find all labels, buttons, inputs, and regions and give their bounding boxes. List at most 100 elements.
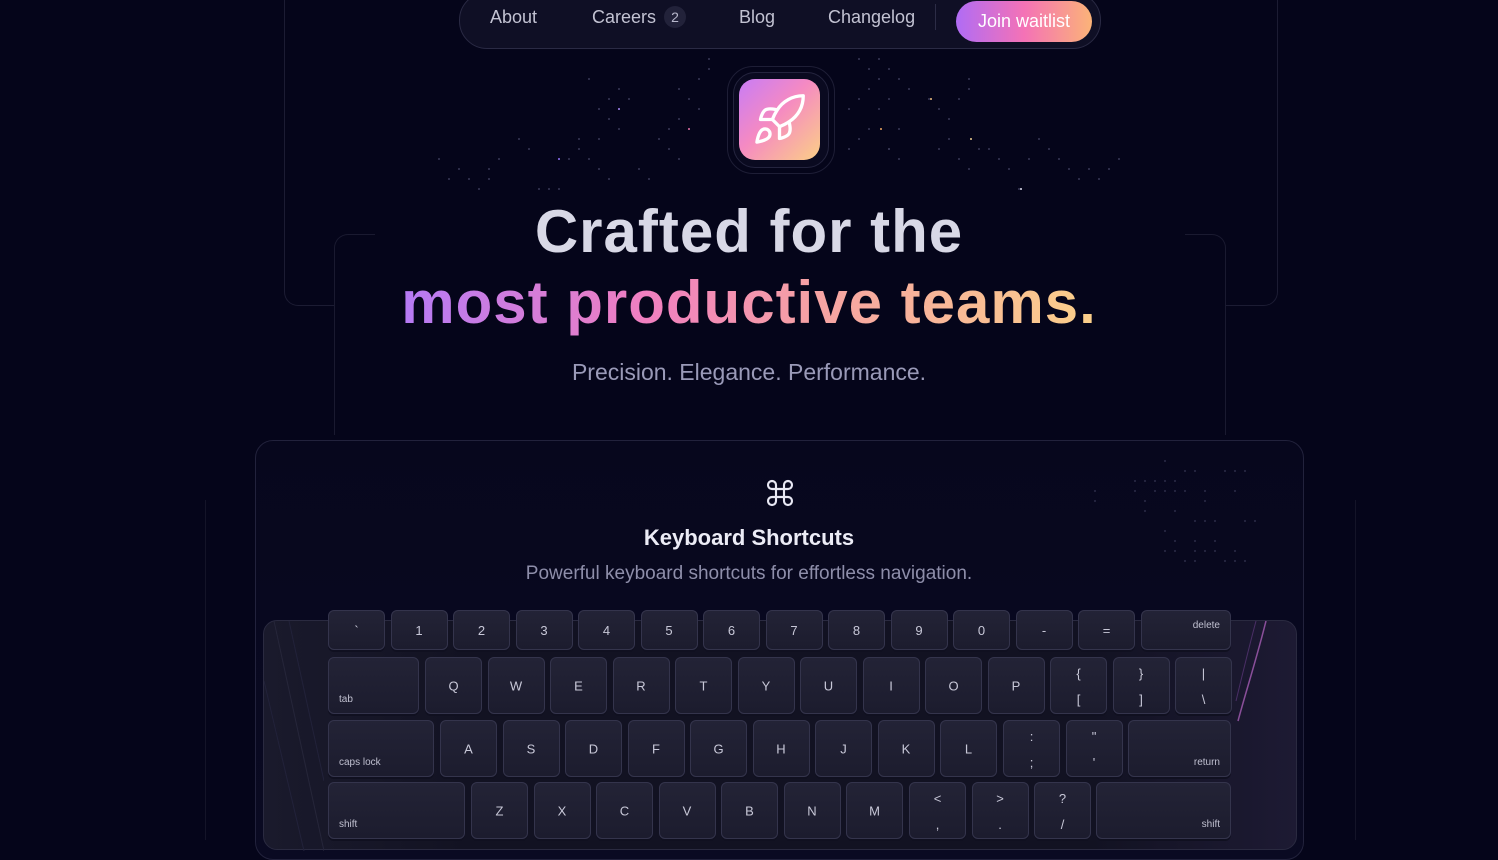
- key-row0-5[interactable]: 5: [640, 610, 698, 650]
- join-waitlist-button[interactable]: Join waitlist: [956, 1, 1092, 42]
- key-row0-3[interactable]: 3: [515, 610, 573, 650]
- hero-tagline: Precision. Elegance. Performance.: [571, 359, 927, 385]
- key-o[interactable]: O: [925, 657, 982, 714]
- decorative-dot: [1234, 470, 1236, 472]
- decorative-dot: [1164, 480, 1166, 482]
- key-l[interactable]: L: [940, 720, 997, 777]
- key-t[interactable]: T: [675, 657, 732, 714]
- key-symbol[interactable]: }]: [1112, 657, 1170, 714]
- key-row0-6[interactable]: 6: [703, 610, 760, 650]
- key-z[interactable]: Z: [471, 782, 528, 839]
- key-symbol[interactable]: {[: [1050, 657, 1107, 714]
- key-label: 2: [477, 623, 486, 638]
- key-e[interactable]: E: [550, 657, 607, 714]
- decorative-dot: [948, 118, 950, 120]
- key-label: 5: [665, 623, 673, 638]
- key-row0-10[interactable]: 0: [953, 610, 1010, 650]
- key-s[interactable]: S: [502, 720, 560, 777]
- decorative-dot: [1194, 470, 1196, 472]
- key-row0-11[interactable]: -: [1015, 610, 1073, 650]
- key-d[interactable]: D: [565, 720, 622, 777]
- decorative-dot: [648, 178, 650, 180]
- decorative-dot: [448, 178, 450, 180]
- key-b[interactable]: B: [721, 782, 778, 839]
- key-label: Y: [761, 678, 771, 693]
- key-row0-0[interactable]: `: [328, 610, 385, 650]
- key-c[interactable]: C: [596, 782, 653, 839]
- command-icon: [766, 479, 794, 507]
- key-symbol[interactable]: >.: [971, 782, 1029, 839]
- nav-about[interactable]: About: [490, 5, 537, 29]
- key-j[interactable]: J: [815, 720, 872, 777]
- key-m[interactable]: M: [846, 782, 903, 839]
- decorative-dot: [1164, 490, 1166, 492]
- key-label: E: [574, 678, 583, 693]
- accent-dot: [618, 108, 620, 110]
- decorative-dot: [578, 138, 580, 140]
- key-symbol[interactable]: :;: [1003, 720, 1060, 777]
- key-label: {: [1076, 666, 1081, 681]
- key-label: [: [1076, 692, 1081, 707]
- key-w[interactable]: W: [487, 657, 545, 714]
- key-i[interactable]: I: [862, 657, 920, 714]
- key-row0-7[interactable]: 7: [765, 610, 823, 650]
- decorative-dot: [618, 128, 620, 130]
- key-caps-lock[interactable]: caps lock: [328, 720, 434, 777]
- key-q[interactable]: Q: [425, 657, 482, 714]
- decorative-dot: [1144, 510, 1146, 512]
- decorative-dot: [698, 78, 700, 80]
- key-label: \: [1201, 692, 1206, 707]
- key-row0-2[interactable]: 2: [453, 610, 510, 650]
- careers-count-badge: 2: [664, 6, 687, 28]
- decorative-dot: [858, 98, 860, 100]
- decorative-dot: [1174, 510, 1176, 512]
- key-symbol[interactable]: <,: [909, 782, 966, 839]
- nav-blog[interactable]: Blog: [739, 5, 775, 29]
- key-row0-4[interactable]: 4: [578, 610, 635, 650]
- key-symbol[interactable]: | \: [1175, 657, 1232, 714]
- key-row0-9[interactable]: 9: [890, 610, 948, 650]
- key-y[interactable]: Y: [737, 657, 795, 714]
- key-row0-1[interactable]: 1: [390, 610, 448, 650]
- key-delete[interactable]: delete: [1141, 610, 1231, 650]
- decorative-dot: [708, 58, 710, 60]
- key-h[interactable]: H: [752, 720, 810, 777]
- decorative-dot: [678, 118, 680, 120]
- key-r[interactable]: R: [612, 657, 670, 714]
- decorative-dot: [608, 178, 610, 180]
- key-shift-right[interactable]: shift: [1096, 782, 1231, 839]
- key-x[interactable]: X: [533, 782, 591, 839]
- key-symbol[interactable]: " ': [1065, 720, 1123, 777]
- key-p[interactable]: P: [987, 657, 1045, 714]
- key-k[interactable]: K: [877, 720, 935, 777]
- key-tab[interactable]: tab: [328, 657, 419, 714]
- key-label: =: [1102, 623, 1111, 638]
- key-symbol[interactable]: ? /: [1034, 782, 1091, 839]
- key-label: N: [807, 803, 817, 818]
- hero-gradient-text: most productive teams.: [401, 269, 1097, 336]
- key-f[interactable]: F: [627, 720, 685, 777]
- decorative-dot: [698, 108, 700, 110]
- decorative-dot: [1204, 500, 1206, 502]
- decorative-dot: [1144, 500, 1146, 502]
- key-a[interactable]: A: [440, 720, 497, 777]
- key-row0-12[interactable]: =: [1078, 610, 1135, 650]
- key-label: 9: [915, 623, 923, 638]
- decorative-dot: [1164, 460, 1166, 462]
- key-row0-8[interactable]: 8: [828, 610, 885, 650]
- nav-changelog[interactable]: Changelog: [828, 5, 915, 29]
- key-shift-left[interactable]: shift: [328, 782, 465, 839]
- key-g[interactable]: G: [690, 720, 747, 777]
- key-n[interactable]: N: [783, 782, 841, 839]
- hero-heading-line-2: most productive teams.: [0, 268, 1498, 337]
- decorative-dot: [988, 148, 990, 150]
- decorative-dot: [888, 148, 890, 150]
- decorative-dot: [868, 88, 870, 90]
- nav-changelog-label: Changelog: [828, 7, 916, 27]
- key-u[interactable]: U: [800, 657, 857, 714]
- key-return[interactable]: return: [1128, 720, 1231, 777]
- decorative-dot: [1058, 158, 1060, 160]
- key-v[interactable]: V: [658, 782, 716, 839]
- key-label: T: [699, 678, 708, 693]
- nav-careers[interactable]: Careers 2: [592, 5, 687, 29]
